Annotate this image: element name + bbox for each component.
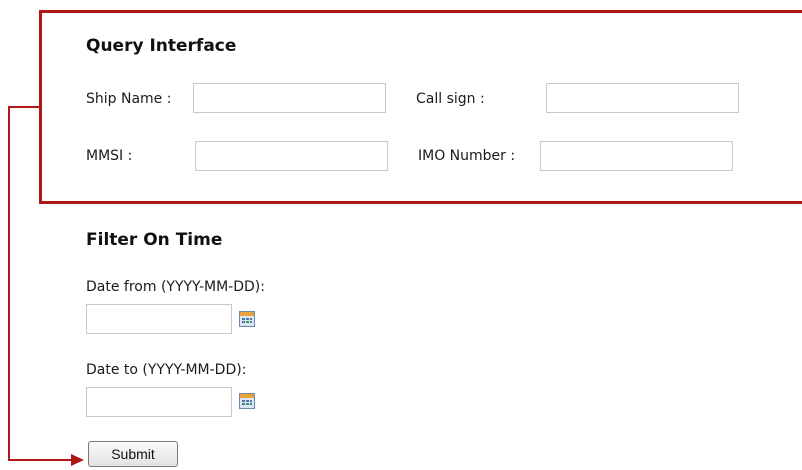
mmsi-label: MMSI :: [86, 148, 133, 164]
call-sign-label: Call sign :: [416, 91, 485, 107]
submit-button[interactable]: Submit: [88, 441, 178, 467]
date-to-input[interactable]: [86, 387, 232, 417]
call-sign-input[interactable]: [546, 83, 739, 113]
connector-line: [8, 106, 41, 108]
imo-number-label: IMO Number :: [418, 148, 516, 164]
query-interface-title: Query Interface: [86, 36, 237, 56]
connector-line: [8, 106, 10, 461]
calendar-icon[interactable]: [239, 393, 255, 409]
date-from-label: Date from (YYYY-MM-DD):: [86, 279, 265, 295]
ship-name-input[interactable]: [193, 83, 386, 113]
calendar-icon[interactable]: [239, 311, 255, 327]
connector-line: [8, 459, 72, 461]
date-to-label: Date to (YYYY-MM-DD):: [86, 362, 247, 378]
date-from-input[interactable]: [86, 304, 232, 334]
ship-name-label: Ship Name :: [86, 91, 172, 107]
mmsi-input[interactable]: [195, 141, 388, 171]
arrow-head: [71, 454, 84, 466]
filter-on-time-title: Filter On Time: [86, 230, 223, 250]
imo-number-input[interactable]: [540, 141, 733, 171]
